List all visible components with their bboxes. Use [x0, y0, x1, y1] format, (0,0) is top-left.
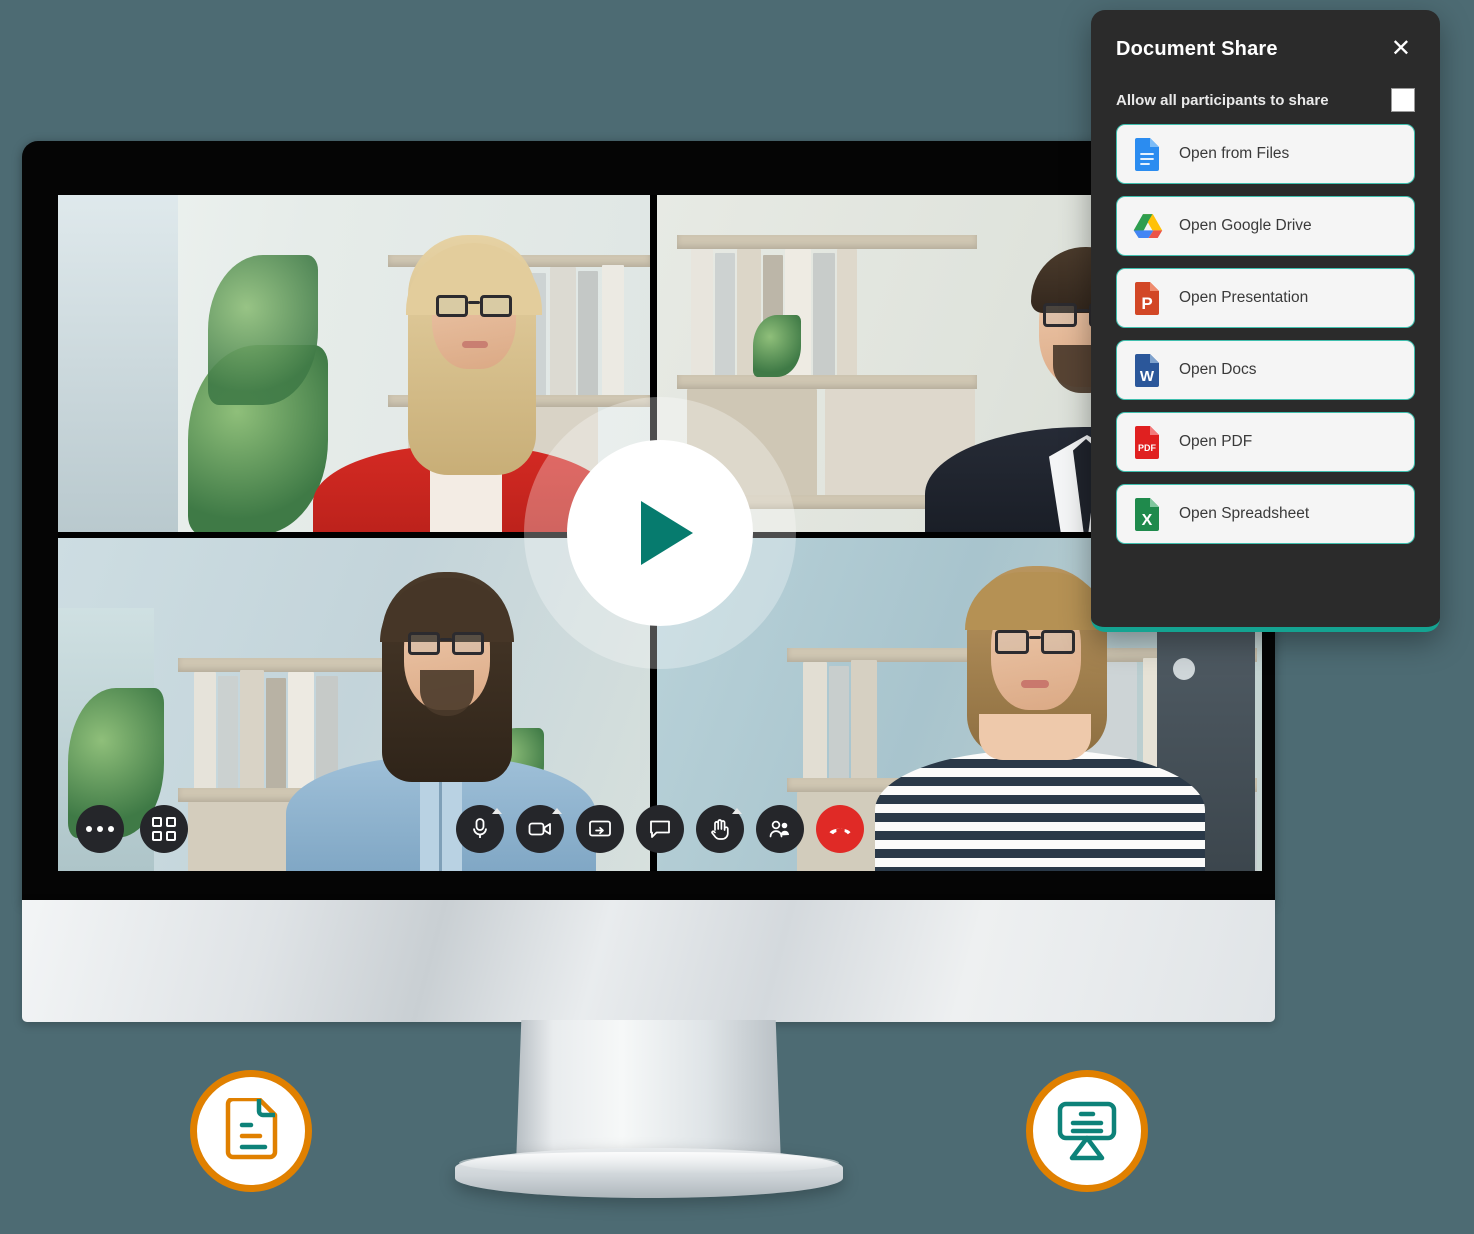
allow-all-participants-row: Allow all participants to share [1116, 88, 1415, 112]
participants-icon [769, 820, 789, 838]
menu-item-label: Open Spreadsheet [1179, 505, 1310, 522]
svg-text:X: X [1142, 512, 1153, 529]
panel-header: Document Share ✕ [1116, 32, 1415, 66]
menu-item-label: Open Google Drive [1179, 217, 1312, 234]
screen-share-icon [589, 820, 611, 837]
call-controls-left [76, 805, 188, 853]
end-call-button[interactable] [816, 805, 864, 853]
menu-item-label: Open Presentation [1179, 289, 1309, 306]
monitor-stand-base [455, 1148, 843, 1198]
chevron-up-icon [732, 808, 742, 814]
play-triangle-icon [641, 501, 693, 565]
allow-all-checkbox[interactable] [1391, 88, 1415, 112]
close-icon[interactable]: ✕ [1387, 35, 1415, 63]
grid-view-button[interactable] [140, 805, 188, 853]
excel-file-icon: X [1135, 498, 1159, 531]
video-camera-icon [528, 822, 551, 836]
monitor [22, 141, 1275, 903]
document-share-panel: Document Share ✕ Allow all participants … [1091, 10, 1440, 632]
monitor-chin [22, 900, 1275, 1022]
end-call-icon [829, 828, 851, 835]
menu-item-open-google-drive[interactable]: Open Google Drive [1116, 196, 1415, 256]
svg-text:PDF: PDF [1138, 443, 1157, 453]
menu-item-open-pdf[interactable]: PDF Open PDF [1116, 412, 1415, 472]
word-file-icon: W [1135, 354, 1159, 387]
menu-item-label: Open Docs [1179, 361, 1257, 378]
chat-button[interactable] [636, 805, 684, 853]
menu-item-open-presentation[interactable]: P Open Presentation [1116, 268, 1415, 328]
presentation-board-icon [1057, 1101, 1117, 1161]
svg-text:W: W [1140, 368, 1155, 385]
grid-view-icon [152, 817, 176, 841]
participants-button[interactable] [756, 805, 804, 853]
menu-item-open-spreadsheet[interactable]: X Open Spreadsheet [1116, 484, 1415, 544]
more-options-button[interactable] [76, 805, 124, 853]
document-page-icon [225, 1098, 278, 1160]
video-call-screen [58, 195, 1262, 871]
document-badge[interactable] [190, 1070, 312, 1192]
monitor-stand-neck [516, 1020, 781, 1165]
chat-bubble-icon [650, 820, 670, 838]
microphone-button[interactable] [456, 805, 504, 853]
page-root: Document Share ✕ Allow all participants … [0, 0, 1474, 1234]
menu-item-open-docs[interactable]: W Open Docs [1116, 340, 1415, 400]
video-play-overlay [520, 393, 800, 673]
ellipsis-icon [86, 826, 114, 832]
raise-hand-icon [711, 819, 729, 840]
menu-item-label: Open PDF [1179, 433, 1253, 450]
raise-hand-button[interactable] [696, 805, 744, 853]
call-controls-center [456, 805, 864, 853]
chevron-up-icon [552, 808, 562, 814]
powerpoint-file-icon: P [1135, 282, 1159, 315]
microphone-icon [473, 818, 487, 838]
menu-item-label: Open from Files [1179, 145, 1290, 162]
panel-title: Document Share [1116, 37, 1278, 60]
presentation-badge[interactable] [1026, 1070, 1148, 1192]
google-docs-file-icon [1135, 138, 1159, 171]
allow-all-label: Allow all participants to share [1116, 91, 1329, 109]
menu-item-open-from-files[interactable]: Open from Files [1116, 124, 1415, 184]
chevron-up-icon [492, 808, 502, 814]
svg-text:P: P [1141, 294, 1152, 313]
google-drive-icon [1133, 214, 1163, 238]
share-screen-button[interactable] [576, 805, 624, 853]
pdf-file-icon: PDF [1135, 426, 1159, 459]
play-button[interactable] [567, 440, 753, 626]
camera-button[interactable] [516, 805, 564, 853]
